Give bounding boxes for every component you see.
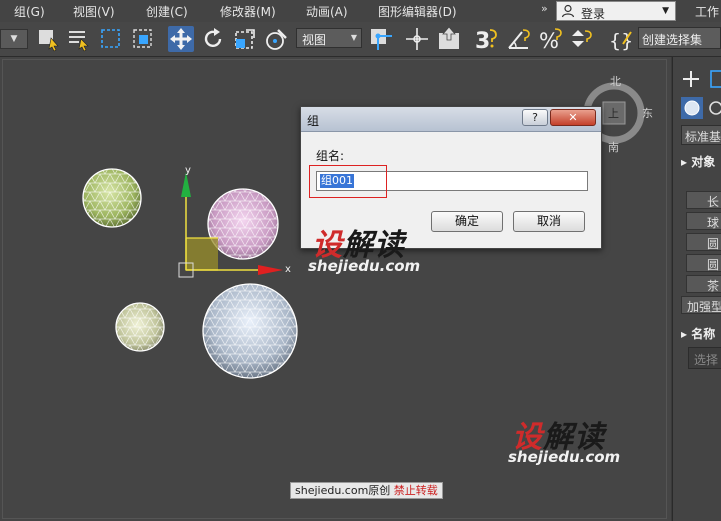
rotate-icon[interactable] xyxy=(200,26,226,52)
sphere-green[interactable] xyxy=(82,168,142,228)
torus-button[interactable]: 圆 xyxy=(686,254,721,272)
reference-coordinate-dropdown[interactable]: 视图 ▼ xyxy=(296,28,362,48)
close-button[interactable]: ✕ xyxy=(550,109,596,126)
dialog-titlebar[interactable]: 组 ? ✕ xyxy=(301,107,601,132)
filter-dropdown[interactable]: ▼ xyxy=(0,29,28,49)
scale-icon[interactable] xyxy=(232,26,258,52)
sphere-pink[interactable] xyxy=(207,188,279,260)
rectangular-selection-icon[interactable] xyxy=(98,26,124,52)
compass-north-label: 北 xyxy=(610,75,621,88)
sphere-blue[interactable] xyxy=(202,283,298,379)
primitive-type-label: 标准基 xyxy=(685,130,721,144)
watermark-url-bottom: shejiedu.com xyxy=(508,448,621,466)
window-crossing-icon[interactable] xyxy=(130,26,156,52)
primitive-type-dropdown[interactable]: 标准基 xyxy=(681,125,721,145)
create-tab-icon[interactable] xyxy=(681,69,701,89)
percent-snap-icon[interactable]: % xyxy=(538,26,564,52)
enhanced-button[interactable]: 加强型 xyxy=(681,296,721,314)
select-object-icon[interactable] xyxy=(36,26,62,52)
cancel-button[interactable]: 取消 xyxy=(513,211,585,232)
object-name-placeholder: 选择 xyxy=(694,353,719,367)
geometry-icon[interactable] xyxy=(681,97,703,119)
copyright-text: shejiedu.com原创 xyxy=(295,484,391,497)
torus-button-label: 圆 xyxy=(706,258,719,272)
copyright-warning: 禁止转载 xyxy=(393,484,438,497)
menu-bar: 组(G) 视图(V) 创建(C) 修改器(M) 动画(A) 图形编辑器(D) »… xyxy=(0,0,721,23)
watermark-url-top: shejiedu.com xyxy=(308,257,421,275)
enhanced-button-label: 加强型 xyxy=(687,300,721,314)
annotation-highlight-box xyxy=(309,165,387,198)
box-button-label: 长 xyxy=(706,195,719,209)
angle-snap-icon[interactable] xyxy=(506,26,532,52)
sphere-button[interactable]: 球 xyxy=(686,212,721,230)
svg-text:3: 3 xyxy=(475,29,490,52)
place-icon[interactable] xyxy=(264,26,290,52)
workspace-label[interactable]: 工作 xyxy=(695,3,719,20)
menu-expand-icon[interactable]: » xyxy=(541,2,555,20)
cylinder-button[interactable]: 圆 xyxy=(686,233,721,251)
compass-east-label: 东 xyxy=(642,107,653,120)
view-dropdown-label: 视图 xyxy=(302,33,327,47)
viewcube-top-label: 上 xyxy=(608,107,619,120)
menu-group[interactable]: 组(G) xyxy=(14,3,45,20)
command-panel: 标准基 ▸ 对象 长 球 圆 圆 茶 加强型 ▸ 名称 选择 xyxy=(672,57,721,521)
help-button[interactable]: ? xyxy=(522,109,548,126)
menu-animation[interactable]: 动画(A) xyxy=(306,3,348,20)
teapot-button[interactable]: 茶 xyxy=(686,275,721,293)
shapes-icon[interactable] xyxy=(707,97,721,119)
ok-button[interactable]: 确定 xyxy=(431,211,503,232)
spinner-snap-icon[interactable] xyxy=(568,26,594,52)
sphere-cream[interactable] xyxy=(115,302,165,352)
copyright-footer: shejiedu.com原创 禁止转载 xyxy=(290,482,443,499)
chevron-down-icon: ▼ xyxy=(662,6,669,16)
svg-text:%: % xyxy=(539,29,559,52)
object-name-input[interactable]: 选择 xyxy=(688,347,721,369)
cylinder-button-label: 圆 xyxy=(706,237,719,251)
axis-y-label: y xyxy=(185,165,191,176)
box-button[interactable]: 长 xyxy=(686,191,721,209)
pivot-center-icon[interactable] xyxy=(368,26,394,52)
dialog-title: 组 xyxy=(307,114,320,128)
snap-3d-icon[interactable]: 3 xyxy=(474,26,500,52)
select-manipulate-icon[interactable] xyxy=(404,26,430,52)
main-toolbar: ▼ 视图 ▼ 3 % {} 创建选择集 xyxy=(0,22,721,57)
user-icon xyxy=(561,4,575,18)
compass-south-label: 南 xyxy=(608,141,619,154)
teapot-button-label: 茶 xyxy=(706,279,719,293)
keyboard-shortcut-icon[interactable] xyxy=(436,26,462,52)
move-icon[interactable] xyxy=(168,26,194,52)
modify-tab-icon[interactable] xyxy=(709,69,721,89)
sphere-button-label: 球 xyxy=(706,216,719,230)
group-name-label: 组名: xyxy=(316,149,345,163)
rollout-object-type[interactable]: ▸ 对象 xyxy=(681,153,721,173)
chevron-down-icon: ▼ xyxy=(350,33,357,42)
menu-modifiers[interactable]: 修改器(M) xyxy=(220,3,276,20)
menu-create[interactable]: 创建(C) xyxy=(146,3,188,20)
selection-set-label: 创建选择集 xyxy=(642,33,703,47)
axis-x-label: x xyxy=(285,264,291,275)
select-by-name-icon[interactable] xyxy=(66,26,92,52)
edit-named-selection-icon[interactable]: {} xyxy=(608,26,634,52)
menu-view[interactable]: 视图(V) xyxy=(73,3,115,20)
login-label: 登录 xyxy=(581,7,606,21)
rollout-name-color[interactable]: ▸ 名称 xyxy=(681,325,721,345)
menu-graph-editors[interactable]: 图形编辑器(D) xyxy=(378,3,457,20)
login-dropdown[interactable]: 登录 ▼ xyxy=(556,1,676,21)
named-selection-set-dropdown[interactable]: 创建选择集 xyxy=(638,27,721,49)
